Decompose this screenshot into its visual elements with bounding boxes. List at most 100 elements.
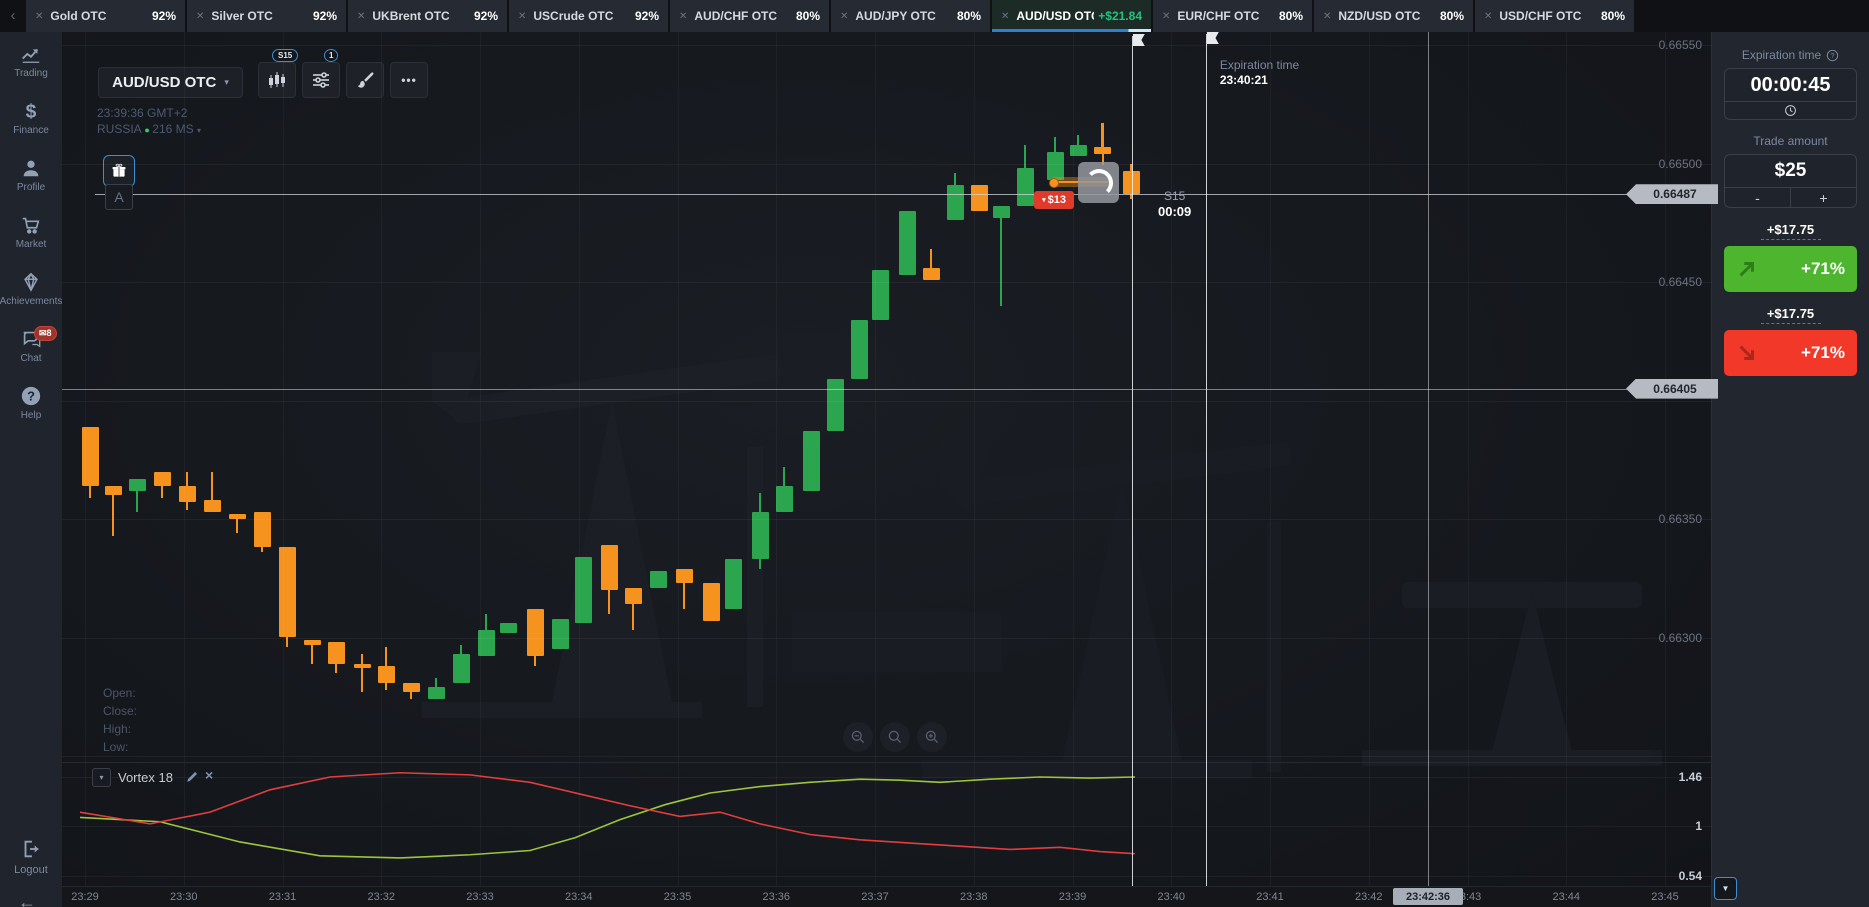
achievements-icon — [20, 271, 42, 293]
sidebar-item-chat[interactable]: Chat✉8 — [0, 317, 62, 374]
sell-button[interactable]: +71% — [1724, 330, 1857, 376]
sidebar-item-profile[interactable]: Profile — [0, 146, 62, 203]
asset-tab-aud-chf-otc[interactable]: ✕AUD/CHF OTC80% — [670, 0, 829, 32]
candle-body — [154, 472, 171, 486]
candlestick-icon — [267, 70, 287, 90]
candle-body — [947, 185, 964, 221]
logout-label: Logout — [14, 864, 48, 876]
timeframe-button[interactable] — [258, 62, 296, 98]
v-gridline — [875, 32, 876, 886]
h-gridline — [62, 638, 1712, 639]
asset-tab-aud-jpy-otc[interactable]: ✕AUD/JPY OTC80% — [831, 0, 990, 32]
asset-tab-gold-otc[interactable]: ✕ Gold OTC 92% — [26, 0, 185, 32]
edit-pencil-icon[interactable] — [186, 770, 199, 783]
arrow-up-right-icon — [1736, 258, 1758, 280]
collapse-indicator-button[interactable]: ▼ — [1714, 877, 1737, 900]
price-axis-label: 0.66350 — [1590, 512, 1702, 526]
price-alert-marker[interactable]: A — [105, 184, 133, 210]
candle-body — [1017, 168, 1034, 206]
price-axis-label: 0.66550 — [1590, 38, 1702, 52]
symbol-selector[interactable]: AUD/USD OTC ▾ — [98, 67, 243, 98]
asset-tab-ukbrent-otc[interactable]: ✕UKBrent OTC92% — [348, 0, 507, 32]
close-tab-icon[interactable]: ✕ — [196, 11, 204, 22]
sidebar-item-logout[interactable]: Logout — [0, 838, 62, 876]
sidebar-items: Trading$FinanceProfile Market Achievements… — [0, 32, 62, 431]
close-tab-icon[interactable]: ✕ — [518, 11, 526, 22]
amount-increase-button[interactable]: + — [1791, 188, 1856, 207]
asset-tab-eur-chf-otc[interactable]: ✕EUR/CHF OTC80% — [1153, 0, 1312, 32]
v-gridline — [1468, 32, 1469, 886]
time-axis-label: 23:42 — [1344, 891, 1394, 903]
gift-button[interactable] — [103, 155, 135, 187]
expiration-time-value[interactable]: 00:00:45 — [1725, 69, 1856, 101]
market-icon — [20, 214, 42, 236]
zoom-in-button[interactable] — [917, 722, 947, 752]
close-tab-icon[interactable]: ✕ — [1162, 11, 1170, 22]
candle-body — [776, 486, 793, 512]
amount-decrease-button[interactable]: - — [1725, 188, 1791, 207]
candle-body — [625, 588, 642, 605]
close-tab-icon[interactable]: ✕ — [35, 11, 43, 22]
sidebar-item-finance[interactable]: $Finance — [0, 89, 62, 146]
trade-amount-value[interactable]: $25 — [1725, 155, 1856, 187]
crosshair-price-badge: 0.66405 — [1626, 379, 1718, 399]
close-tab-icon[interactable]: ✕ — [1323, 11, 1331, 22]
tab-asset-name: Silver OTC — [211, 9, 309, 23]
tab-asset-name: AUD/USD OTC — [1016, 9, 1094, 23]
tab-payout-percent: 92% — [152, 9, 176, 23]
sidebar-item-label: Achievements — [0, 296, 62, 307]
asset-tab-nzd-usd-otc[interactable]: ✕NZD/USD OTC80% — [1314, 0, 1473, 32]
indicator-axis-label: 1 — [1610, 819, 1702, 833]
zoom-out-button[interactable] — [843, 722, 873, 752]
candle-countdown-value: 00:09 — [1158, 204, 1191, 219]
expiration-clock-button[interactable] — [1725, 101, 1856, 119]
tab-asset-name: Gold OTC — [50, 9, 148, 23]
indicator-collapse-button[interactable]: ▾ — [92, 768, 111, 787]
tab-payout-percent: 92% — [635, 9, 659, 23]
candle-body — [254, 512, 271, 548]
profile-icon — [20, 157, 42, 179]
asset-tab-uscrude-otc[interactable]: ✕USCrude OTC92% — [509, 0, 668, 32]
svg-text:?: ? — [27, 388, 35, 403]
buy-button[interactable]: +71% — [1724, 246, 1857, 292]
chart-clock: 23:39:36 GMT+2 — [97, 106, 187, 120]
price-axis-label: 0.66450 — [1590, 275, 1702, 289]
close-tab-icon[interactable]: ✕ — [840, 11, 848, 22]
ellipsis-icon: ••• — [401, 73, 417, 87]
time-axis-label: 23:45 — [1640, 891, 1690, 903]
time-axis-label: 23:39 — [1048, 891, 1098, 903]
sidebar-item-help[interactable]: ?Help — [0, 374, 62, 431]
more-options-button[interactable]: ••• — [390, 62, 428, 98]
sidebar-item-trading[interactable]: Trading — [0, 32, 62, 89]
help-circle-icon[interactable]: ? — [1826, 49, 1839, 62]
clock-icon — [1784, 104, 1797, 117]
vortex-indicator-plot — [62, 762, 1712, 886]
sidebar-item-achievements[interactable]: Achievements — [0, 260, 62, 317]
tabs-scroll-left-icon[interactable]: ‹ — [0, 0, 26, 32]
candle-body — [453, 654, 470, 682]
indicators-button[interactable] — [302, 62, 340, 98]
expiration-time-input[interactable]: 00:00:45 — [1724, 68, 1857, 120]
sidebar-item-label: Market — [16, 239, 47, 250]
asset-tab-silver-otc[interactable]: ✕Silver OTC92% — [187, 0, 346, 32]
vortex-line-vi — [80, 777, 1135, 858]
asset-tab-aud-usd-otc[interactable]: ✕AUD/USD OTC+$21.84 — [992, 0, 1151, 32]
sidebar-item-market[interactable]: Market — [0, 203, 62, 260]
magnifier-plus-icon — [924, 729, 940, 745]
chevron-down-square-icon: ▼ — [1722, 884, 1730, 893]
asset-tab-usd-chf-otc[interactable]: ✕USD/CHF OTC80% — [1475, 0, 1634, 32]
symbol-label: AUD/USD OTC — [112, 74, 216, 91]
ohlc-legend-row: Close: — [103, 702, 137, 720]
close-tab-icon[interactable]: ✕ — [357, 11, 365, 22]
sidebar-collapse-arrow-icon[interactable]: ← — [18, 892, 36, 907]
crosshair-horizontal-line — [62, 389, 1712, 390]
close-tab-icon[interactable]: ✕ — [679, 11, 687, 22]
server-status[interactable]: RUSSIA ● 216 MS ▾ — [97, 122, 201, 136]
pending-trade-spinner — [1078, 162, 1119, 203]
close-tab-icon[interactable]: ✕ — [1001, 11, 1009, 22]
trade-amount-input[interactable]: $25 - + — [1724, 154, 1857, 208]
close-tab-icon[interactable]: ✕ — [1484, 11, 1492, 22]
drawing-tools-button[interactable] — [346, 62, 384, 98]
indicator-remove-icon[interactable]: × — [205, 767, 213, 783]
zoom-reset-button[interactable] — [880, 722, 910, 752]
